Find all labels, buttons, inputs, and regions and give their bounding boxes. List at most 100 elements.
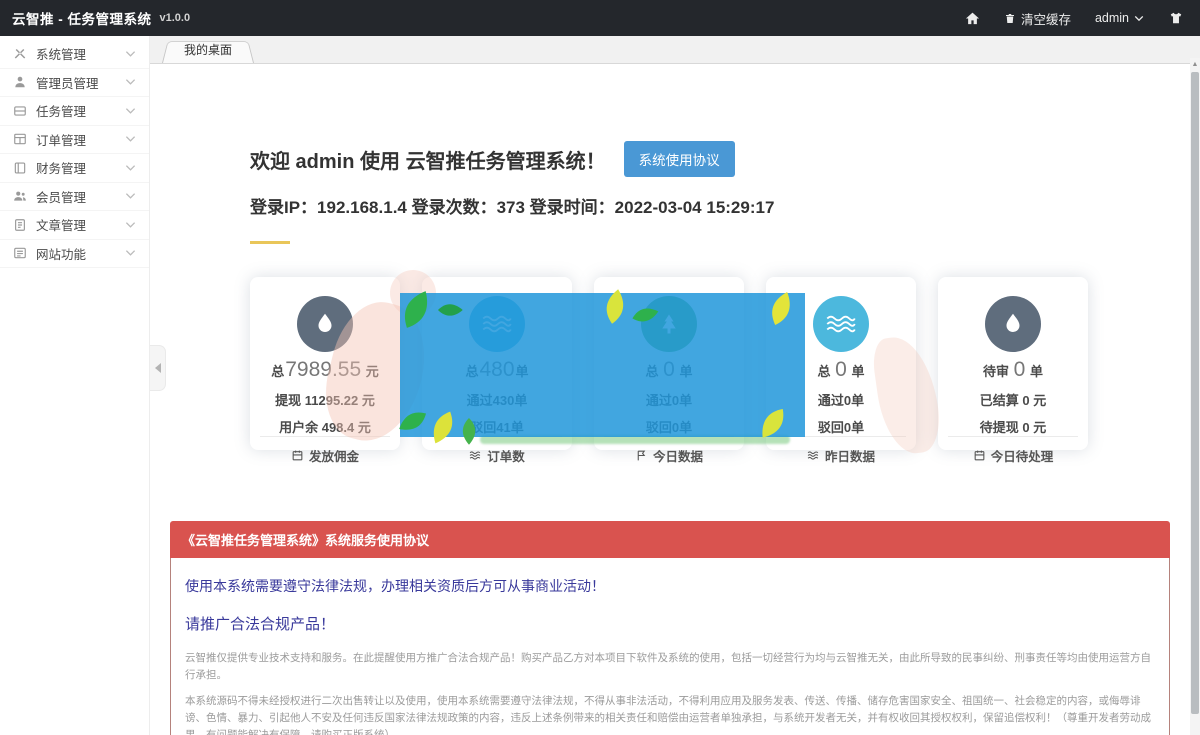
card-footer: 昨日数据	[776, 436, 907, 475]
card-yesterday: 总 0 单 通过0单 驳回0单 昨日数据	[766, 277, 916, 450]
card-footer: 订单数	[432, 436, 563, 475]
sidebar-item-site[interactable]: 网站功能	[0, 240, 149, 269]
card-stat-line2: 已结算 0 元	[980, 390, 1046, 409]
card-stat-total: 总7989.55 元	[271, 358, 379, 382]
agreement-body: 使用本系统需要遵守法律法规，办理相关资质后方可从事商业活动！ 请推广合法合规产品…	[170, 558, 1170, 735]
drop-icon	[297, 296, 353, 352]
orders-icon	[13, 132, 27, 146]
username: admin	[1095, 11, 1129, 25]
card-stat-line3: 用户余 498.4 元	[279, 417, 371, 436]
card-stat-total: 总 0 单	[818, 358, 865, 382]
scrollbar-up-arrow[interactable]: ▲	[1190, 58, 1200, 70]
card-stat-total: 总480单	[465, 358, 528, 382]
chevron-down-icon	[1134, 15, 1144, 22]
app-version: v1.0.0	[160, 12, 191, 24]
agreement-header: 《云智推任务管理系统》系统服务使用协议	[170, 521, 1170, 558]
topbar-actions: 清空缓存 admin	[965, 9, 1184, 28]
waves-icon	[807, 449, 820, 462]
tab-my-desktop[interactable]: 我的桌面	[162, 38, 254, 63]
tab-label: 我的桌面	[184, 43, 232, 57]
login-info: 登录IP：192.168.1.4 登录次数：373 登录时间：2022-03-0…	[250, 193, 1200, 218]
card-stat-line2: 通过0单	[818, 390, 864, 409]
card-footer: 今日待处理	[948, 436, 1079, 475]
sidebar-item-label: 管理员管理	[36, 73, 99, 92]
app-window: 云智推 - 任务管理系统 v1.0.0 清空缓存 admin	[0, 0, 1200, 735]
card-pending: 待审 0 单 已结算 0 元 待提现 0 元 今日待处理	[938, 277, 1088, 450]
agreement-section: 《云智推任务管理系统》系统服务使用协议 使用本系统需要遵守法律法规，办理相关资质…	[170, 521, 1170, 735]
waves-icon	[469, 296, 525, 352]
card-stat-line2: 提现 11295.22 元	[275, 390, 375, 409]
topbar: 云智推 - 任务管理系统 v1.0.0 清空缓存 admin	[0, 0, 1200, 36]
agreement-paragraph-1: 云智推仅提供专业技术支持和服务。在此提醒使用方推广合法合规产品！购买产品乙方对本…	[185, 650, 1155, 685]
finance-icon	[13, 161, 27, 175]
sidebar-item-admins[interactable]: 管理员管理	[0, 69, 149, 98]
card-stat-line2: 通过0单	[646, 390, 692, 409]
card-stat-line3: 待提现 0 元	[980, 417, 1046, 436]
sidebar-item-finance[interactable]: 财务管理	[0, 154, 149, 183]
article-icon	[13, 218, 27, 232]
tree-icon	[641, 296, 697, 352]
chevron-down-icon	[125, 78, 136, 86]
drop-icon	[985, 296, 1041, 352]
chevron-down-icon	[125, 164, 136, 172]
scrollbar-thumb[interactable]	[1191, 72, 1199, 714]
card-today: 总 0 单 通过0单 驳回0单 今日数据	[594, 277, 744, 450]
wrench-icon	[13, 47, 27, 61]
card-stat-line3: 驳回0单	[818, 417, 864, 436]
welcome-block: 欢迎 admin 使用 云智推任务管理系统！ 系统使用协议 登录IP：192.1…	[250, 141, 1200, 244]
calendar-icon	[973, 449, 986, 462]
card-stat-total: 总 0 单	[646, 358, 693, 382]
agreement-paragraph-2: 本系统源码不得未经授权进行二次出售转让以及使用，使用本系统需要遵守法律法规，不得…	[185, 693, 1155, 735]
chevron-down-icon	[125, 221, 136, 229]
chevron-down-icon	[125, 135, 136, 143]
tasks-icon	[13, 104, 27, 118]
clear-cache-label: 清空缓存	[1021, 9, 1071, 28]
welcome-greeting: 欢迎 admin 使用 云智推任务管理系统！	[250, 145, 606, 174]
tab-bar: 我的桌面	[150, 36, 1200, 64]
members-icon	[13, 189, 27, 203]
card-footer: 发放佣金	[260, 436, 391, 475]
user-menu[interactable]: admin	[1095, 11, 1144, 25]
sidebar-item-label: 会员管理	[36, 187, 86, 206]
trash-icon	[1004, 12, 1016, 25]
home-button[interactable]	[965, 11, 980, 26]
usage-agreement-button[interactable]: 系统使用协议	[624, 141, 735, 177]
chevron-down-icon	[125, 249, 136, 257]
clear-cache-button[interactable]: 清空缓存	[1004, 9, 1071, 28]
sidebar-item-orders[interactable]: 订单管理	[0, 126, 149, 155]
card-footer: 今日数据	[604, 436, 735, 475]
flag-icon	[635, 449, 648, 462]
sidebar-item-system[interactable]: 系统管理	[0, 40, 149, 69]
stats-cards-row: 总7989.55 元 提现 11295.22 元 用户余 498.4 元 发放佣…	[250, 277, 1200, 450]
agreement-notice-1: 使用本系统需要遵守法律法规，办理相关资质后方可从事商业活动！	[185, 576, 1155, 596]
card-commission: 总7989.55 元 提现 11295.22 元 用户余 498.4 元 发放佣…	[250, 277, 400, 450]
app-title: 云智推 - 任务管理系统	[12, 8, 152, 28]
main-area: 我的桌面 欢迎 admin 使用 云智推任务管理系统！ 系统使用协议 登录IP：…	[150, 36, 1200, 735]
card-stat-line2: 通过430单	[467, 390, 528, 409]
sidebar: 系统管理 管理员管理 任务管理 订单管理 财务管理 会员管理	[0, 36, 150, 735]
home-icon	[965, 11, 980, 26]
chevron-down-icon	[125, 192, 136, 200]
content: 欢迎 admin 使用 云智推任务管理系统！ 系统使用协议 登录IP：192.1…	[150, 64, 1200, 735]
scrollbar-track[interactable]: ▲	[1190, 58, 1200, 735]
sidebar-item-label: 任务管理	[36, 101, 86, 120]
card-stat-line3: 驳回41单	[470, 417, 523, 436]
sidebar-item-label: 订单管理	[36, 130, 86, 149]
site-icon	[13, 246, 27, 260]
sidebar-collapse-handle[interactable]	[150, 345, 166, 391]
chevron-down-icon	[125, 50, 136, 58]
sidebar-item-label: 文章管理	[36, 215, 86, 234]
chevron-left-icon	[155, 363, 161, 373]
theme-shirt-icon	[1168, 11, 1184, 25]
sidebar-item-tasks[interactable]: 任务管理	[0, 97, 149, 126]
user-icon	[13, 75, 27, 89]
agreement-notice-2: 请推广合法合规产品！	[185, 613, 1155, 634]
sidebar-item-label: 网站功能	[36, 244, 86, 263]
sidebar-item-members[interactable]: 会员管理	[0, 183, 149, 212]
sidebar-item-label: 财务管理	[36, 158, 86, 177]
card-stat-line3: 驳回0单	[646, 417, 692, 436]
chevron-down-icon	[125, 107, 136, 115]
sidebar-item-articles[interactable]: 文章管理	[0, 211, 149, 240]
sidebar-item-label: 系统管理	[36, 44, 86, 63]
theme-button[interactable]	[1168, 11, 1184, 25]
